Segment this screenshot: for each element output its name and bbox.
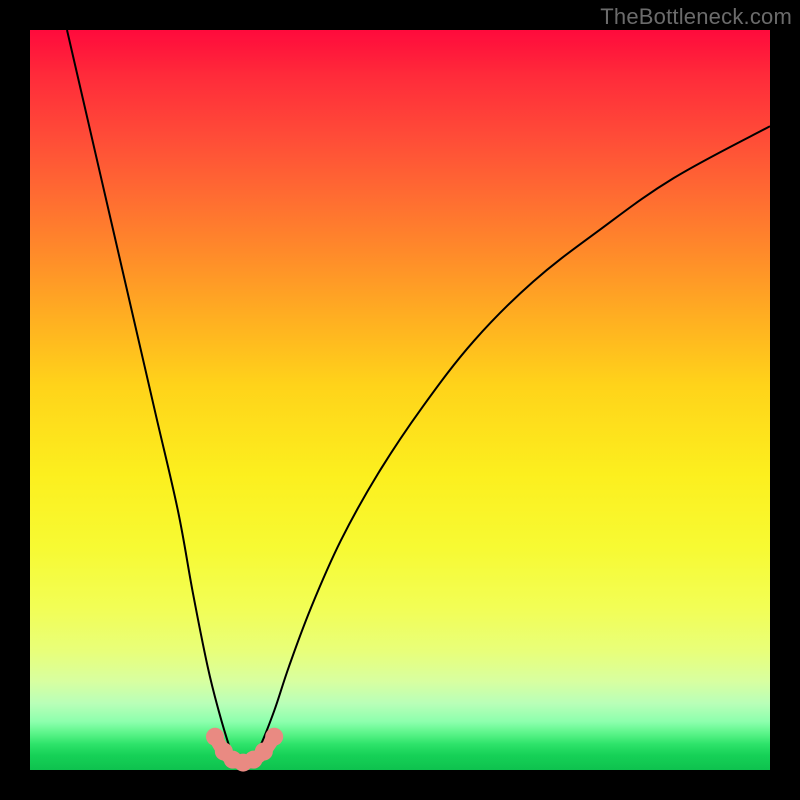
- chart-frame: TheBottleneck.com: [0, 0, 800, 800]
- min-marker: [265, 728, 283, 746]
- watermark-text: TheBottleneck.com: [600, 4, 792, 30]
- min-markers: [206, 728, 283, 772]
- min-marker: [255, 743, 273, 761]
- bottleneck-curve: [67, 30, 770, 769]
- plot-area: [30, 30, 770, 770]
- curve-layer: [30, 30, 770, 770]
